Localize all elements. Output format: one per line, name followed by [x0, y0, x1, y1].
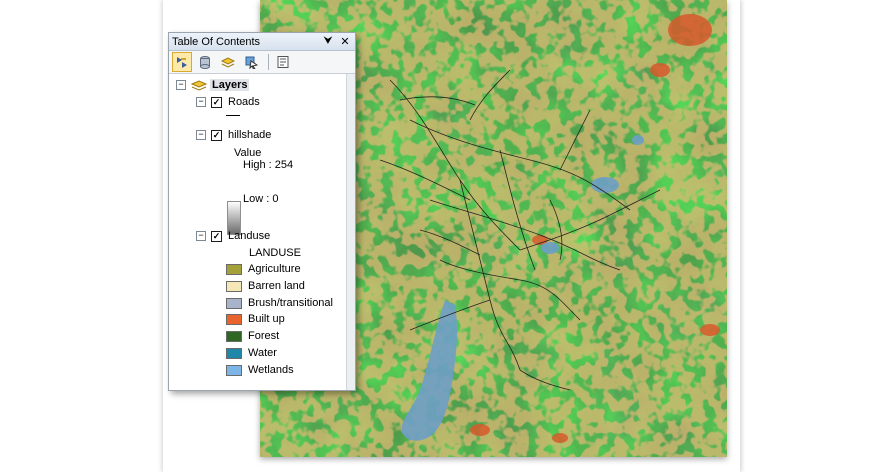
- layers-stack-icon: [191, 80, 207, 91]
- expand-collapse-icon[interactable]: −: [176, 80, 186, 90]
- legend-class-label: Agriculture: [248, 263, 301, 275]
- legend-class-label: Water: [248, 347, 277, 359]
- expand-collapse-icon[interactable]: −: [196, 97, 206, 107]
- list-by-source-button[interactable]: [195, 52, 215, 72]
- options-icon: [277, 56, 289, 68]
- toc-toolbar: [169, 51, 355, 74]
- visibility-checkbox[interactable]: ✓: [211, 96, 222, 108]
- close-icon[interactable]: ✕: [338, 35, 352, 49]
- legend-class-label: Built up: [248, 313, 285, 325]
- table-of-contents-window: Table Of Contents ⮟ ✕ − Layers − ✓ Roads…: [168, 32, 356, 391]
- toolbar-separator: [268, 54, 269, 70]
- legend-swatch: [226, 364, 242, 376]
- legend-class-row: Water: [226, 346, 277, 360]
- list-by-drawing-order-button[interactable]: [172, 52, 192, 72]
- layer-tree: − Layers − ✓ Roads − ✓ hillshade Value H…: [169, 74, 347, 390]
- toc-title: Table Of Contents: [172, 35, 261, 48]
- list-by-drawing-order-icon: [177, 57, 187, 68]
- layer-row-roads[interactable]: − ✓ Roads: [196, 95, 260, 109]
- list-by-selection-button[interactable]: [241, 52, 261, 72]
- layer-row-hillshade[interactable]: − ✓ hillshade: [196, 128, 271, 142]
- hillshade-high-label: High : 254: [243, 159, 294, 171]
- layer-label-landuse: Landuse: [228, 230, 271, 242]
- legend-class-row: Barren land: [226, 279, 305, 293]
- layers-root-label: Layers: [210, 79, 250, 91]
- pin-icon[interactable]: ⮟: [321, 35, 335, 49]
- legend-swatch: [226, 280, 242, 292]
- legend-class-row: Agriculture: [226, 262, 301, 276]
- expand-collapse-icon[interactable]: −: [196, 231, 206, 241]
- vertical-scrollbar[interactable]: [346, 74, 355, 390]
- legend-swatch: [226, 263, 242, 275]
- legend-class-label: Brush/transitional: [248, 297, 333, 309]
- visibility-checkbox[interactable]: ✓: [211, 230, 222, 242]
- legend-class-row: Wetlands: [226, 363, 294, 377]
- list-by-visibility-icon: [221, 57, 235, 68]
- layers-root-row[interactable]: − Layers: [176, 78, 250, 92]
- legend-swatch: [226, 297, 242, 309]
- legend-class-label: Forest: [248, 330, 280, 342]
- list-by-visibility-button[interactable]: [218, 52, 238, 72]
- roads-line-symbol: [226, 115, 240, 116]
- legend-class-row: Built up: [226, 312, 285, 326]
- legend-class-label: Barren land: [248, 280, 305, 292]
- list-by-source-icon: [200, 56, 210, 69]
- legend-class-row: Forest: [226, 329, 279, 343]
- legend-swatch: [226, 330, 242, 342]
- landuse-legend-heading: LANDUSE: [249, 247, 301, 259]
- expand-collapse-icon[interactable]: −: [196, 130, 206, 140]
- hillshade-low-label: Low : 0: [243, 193, 279, 205]
- legend-swatch: [226, 313, 242, 325]
- layer-label-roads: Roads: [228, 96, 260, 108]
- options-button[interactable]: [273, 52, 293, 72]
- visibility-checkbox[interactable]: ✓: [211, 129, 222, 141]
- layer-row-landuse[interactable]: − ✓ Landuse: [196, 229, 270, 243]
- legend-swatch: [226, 347, 242, 359]
- legend-class-label: Wetlands: [248, 364, 294, 376]
- legend-class-row: Brush/transitional: [226, 296, 333, 310]
- list-by-selection-icon: [245, 56, 258, 69]
- toc-title-bar: Table Of Contents ⮟ ✕: [169, 33, 355, 51]
- layer-label-hillshade: hillshade: [228, 129, 272, 141]
